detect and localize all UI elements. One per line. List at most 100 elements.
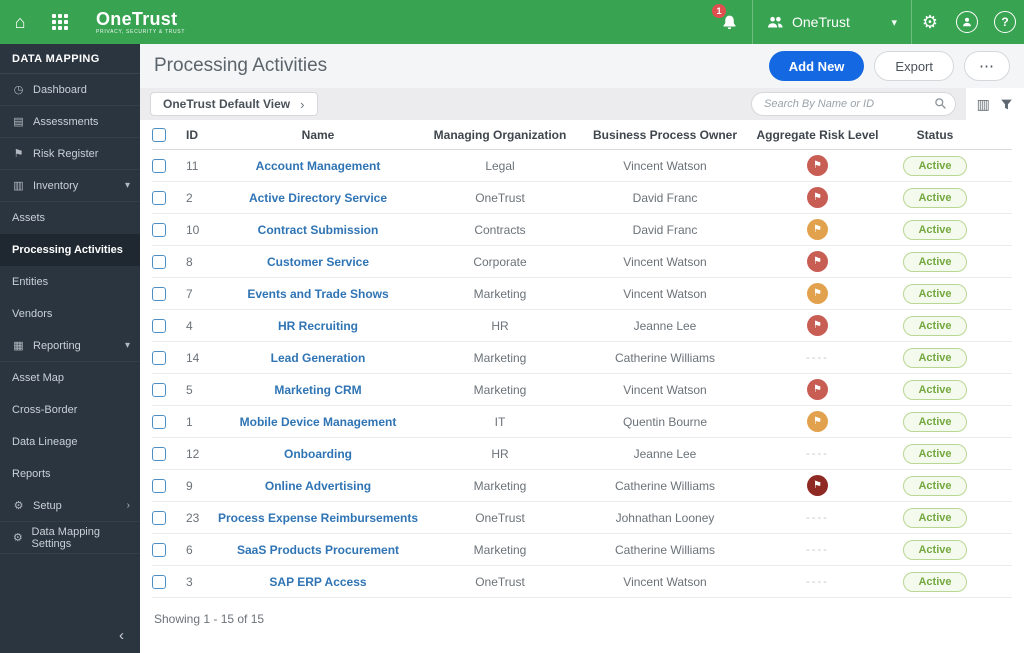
column-header-managing-organization[interactable]: Managing Organization <box>420 128 580 142</box>
filter-icon[interactable] <box>1000 98 1013 111</box>
sidebar-item-setup[interactable]: ⚙ Setup › <box>0 490 140 522</box>
table-row: 10 Contract Submission Contracts David Fran… <box>152 214 1012 246</box>
risk-empty-value: ---- <box>806 511 829 524</box>
view-selector-button[interactable]: OneTrust Default View › <box>150 92 318 116</box>
row-checkbox[interactable] <box>152 414 166 429</box>
row-checkbox[interactable] <box>152 318 166 333</box>
add-new-button[interactable]: Add New <box>768 51 865 81</box>
row-checkbox[interactable] <box>152 286 166 301</box>
activity-name-link[interactable]: Customer Service <box>267 255 369 269</box>
activity-name-link[interactable]: Contract Submission <box>258 223 379 237</box>
sidebar-item-assets[interactable]: Assets <box>0 202 140 234</box>
row-managing-organization: Marketing <box>473 350 527 365</box>
row-checkbox[interactable] <box>152 254 166 269</box>
activity-name-link[interactable]: SaaS Products Procurement <box>237 543 399 557</box>
sidebar-item-dashboard[interactable]: ◷ Dashboard <box>0 74 140 106</box>
row-checkbox[interactable] <box>152 478 166 493</box>
activity-name-link[interactable]: Process Expense Reimbursements <box>218 511 418 525</box>
activity-name-link[interactable]: Onboarding <box>284 447 352 461</box>
topbar: ⌂ OneTrust PRIVACY, SECURITY & TRUST 1 O… <box>0 0 1024 44</box>
more-options-button[interactable]: ⋯ <box>964 51 1010 81</box>
row-checkbox[interactable] <box>152 446 166 461</box>
sidebar-item-cross-border[interactable]: Cross-Border <box>0 394 140 426</box>
activity-name-link[interactable]: Online Advertising <box>265 479 371 493</box>
sidebar-item-asset-map[interactable]: Asset Map <box>0 362 140 394</box>
row-id: 6 <box>186 542 193 557</box>
sidebar-item-label: Data Lineage <box>12 436 78 448</box>
activity-name-link[interactable]: Active Directory Service <box>249 191 387 205</box>
table-row: 9 Online Advertising Marketing Catherine Wi… <box>152 470 1012 502</box>
sidebar: DATA MAPPING ◷ Dashboard ▤ Assessments ⚑ Risk… <box>0 44 140 653</box>
sidebar-item-data-mapping-settings[interactable]: ⚙ Data Mapping Settings <box>0 522 140 554</box>
row-checkbox[interactable] <box>152 382 166 397</box>
folder-icon: ▥ <box>13 180 24 192</box>
dashboard-icon: ◷ <box>13 84 24 96</box>
column-header-business-process-owner[interactable]: Business Process Owner <box>580 128 750 142</box>
columns-icon[interactable]: ▥ <box>977 96 990 113</box>
select-all-checkbox[interactable] <box>152 127 166 142</box>
risk-flag-icon: ⚑ <box>807 475 828 496</box>
row-checkbox[interactable] <box>152 222 166 237</box>
column-header-aggregate-risk-level[interactable]: Aggregate Risk Level <box>750 128 885 142</box>
row-managing-organization: HR <box>491 446 509 461</box>
status-badge: Active <box>903 251 967 272</box>
activity-name-link[interactable]: HR Recruiting <box>278 319 358 333</box>
row-checkbox[interactable] <box>152 350 166 365</box>
sidebar-item-vendors[interactable]: Vendors <box>0 298 140 330</box>
row-id: 12 <box>186 446 200 461</box>
risk-flag-icon: ⚑ <box>807 379 828 400</box>
sidebar-item-entities[interactable]: Entities <box>0 266 140 298</box>
account-icon[interactable] <box>956 11 978 33</box>
home-icon[interactable]: ⌂ <box>0 0 40 44</box>
activity-name-link[interactable]: Account Management <box>256 159 381 173</box>
risk-empty-value: ---- <box>806 447 829 460</box>
activity-name-link[interactable]: Lead Generation <box>271 351 366 365</box>
column-header-id[interactable]: ID <box>186 128 216 142</box>
status-badge: Active <box>903 539 967 560</box>
row-id: 3 <box>186 574 193 589</box>
org-selector[interactable]: OneTrust ▾ <box>752 0 912 44</box>
sidebar-item-risk-register[interactable]: ⚑ Risk Register <box>0 138 140 170</box>
sidebar-item-label: Reporting <box>33 339 81 352</box>
sidebar-item-reports[interactable]: Reports <box>0 458 140 490</box>
export-button[interactable]: Export <box>874 51 954 81</box>
search-icon <box>934 97 947 110</box>
row-managing-organization: HR <box>491 318 509 333</box>
sidebar-item-reporting[interactable]: ▦ Reporting ▾ <box>0 330 140 362</box>
sidebar-collapse-button[interactable]: ‹ <box>0 621 140 649</box>
notifications-button[interactable]: 1 <box>706 0 752 44</box>
risk-flag-icon: ⚑ <box>807 219 828 240</box>
column-header-status[interactable]: Status <box>885 128 985 142</box>
activity-name-link[interactable]: Mobile Device Management <box>240 415 397 429</box>
row-checkbox[interactable] <box>152 510 166 525</box>
sidebar-item-assessments[interactable]: ▤ Assessments <box>0 106 140 138</box>
status-badge: Active <box>903 379 967 400</box>
risk-flag-icon: ⚑ <box>807 155 828 176</box>
risk-flag-icon: ⚑ <box>807 283 828 304</box>
row-managing-organization: OneTrust <box>475 574 525 589</box>
table-row: 23 Process Expense Reimbursements OneTrust… <box>152 502 1012 534</box>
sidebar-item-processing-activities[interactable]: Processing Activities <box>0 234 140 266</box>
help-icon[interactable]: ? <box>994 11 1016 33</box>
sidebar-item-data-lineage[interactable]: Data Lineage <box>0 426 140 458</box>
row-business-process-owner: Jeanne Lee <box>633 446 697 461</box>
row-checkbox[interactable] <box>152 574 166 589</box>
sidebar-item-inventory[interactable]: ▥ Inventory ▾ <box>0 170 140 202</box>
row-business-process-owner: Catherine Williams <box>614 350 716 365</box>
showing-count: Showing 1 - 15 of 15 <box>154 612 265 626</box>
row-checkbox[interactable] <box>152 542 166 557</box>
wrench-icon: ⚙ <box>13 500 24 512</box>
column-header-name[interactable]: Name <box>216 128 420 142</box>
brand-tagline: PRIVACY, SECURITY & TRUST <box>96 28 186 35</box>
activity-name-link[interactable]: SAP ERP Access <box>269 575 366 589</box>
notification-badge: 1 <box>712 4 726 18</box>
app-launcher-icon[interactable] <box>40 0 80 44</box>
activity-name-link[interactable]: Marketing CRM <box>274 383 361 397</box>
row-checkbox[interactable] <box>152 158 166 173</box>
settings-gear-icon[interactable]: ⚙ <box>912 0 948 44</box>
processing-activities-table: ID Name Managing Organization Business P… <box>140 120 1024 653</box>
row-business-process-owner: Vincent Watson <box>623 574 707 589</box>
search-input[interactable] <box>751 92 956 116</box>
activity-name-link[interactable]: Events and Trade Shows <box>247 287 388 301</box>
row-checkbox[interactable] <box>152 190 166 205</box>
